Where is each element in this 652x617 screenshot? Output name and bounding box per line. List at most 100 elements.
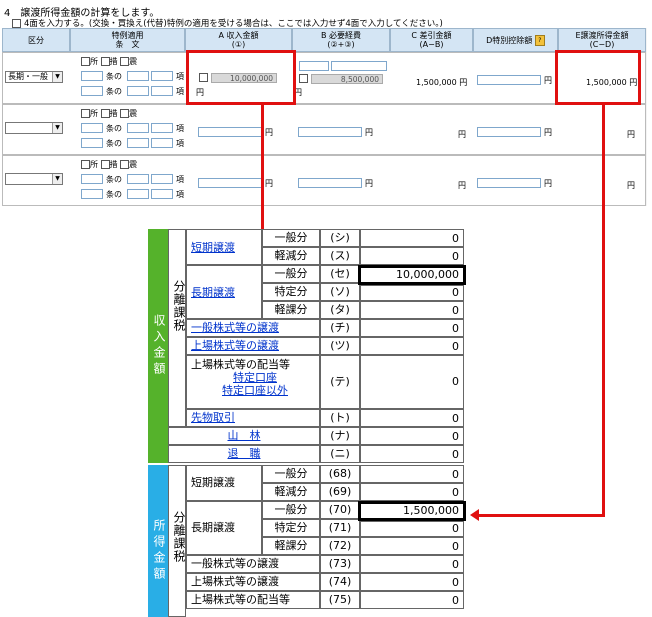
jou-input-1c[interactable] [151,71,173,81]
tanki-link[interactable]: 短期譲渡 [186,229,262,265]
tokutei-igai-link[interactable]: 特定口座以外 [191,384,319,397]
special-deduction-input-3[interactable] [477,178,541,188]
soh-label: 措 [109,109,118,118]
row-ippan-label: 一般分 [262,229,320,247]
header-d: D特別控除額 ? [473,28,558,52]
jou-input-2b[interactable] [127,123,149,133]
value-69: 0 [360,483,464,501]
sakimono-link[interactable]: 先物取引 [186,409,320,427]
jou-input-1d[interactable] [81,86,103,96]
shotoku-group-label: 所得金額 [152,519,166,583]
kubun-select-3[interactable]: ▼ [5,173,63,185]
sho-checkbox[interactable] [81,160,90,169]
value-71: 0 [360,521,464,537]
jou-input-2c[interactable] [151,123,173,133]
sho-label: 所 [90,57,98,66]
code-70: (70) [320,501,360,519]
tokutei-kouza-link[interactable]: 特定口座 [191,371,319,384]
code-se: (セ) [320,265,360,283]
arrow-left-icon [470,509,479,521]
jou-input-3b[interactable] [127,174,149,184]
soh-checkbox[interactable] [100,57,110,66]
code-69: (69) [320,483,360,501]
chouki-link[interactable]: 長期譲渡 [186,265,262,319]
jou-input-3e[interactable] [127,189,149,199]
diff-amount-2: 円 [458,130,466,139]
tanki-label-2: 短期譲渡 [186,465,262,501]
sho-label: 所 [90,160,98,169]
value-ta: 0 [360,301,464,319]
value-to: 0 [360,409,464,427]
income-amount-input-2[interactable] [198,127,262,137]
transfer-income-3: 円 [627,181,635,190]
jojo-kabu-link[interactable]: 上場株式等の譲渡 [186,337,320,355]
yen-label-b3: 円 [365,179,373,188]
ippan-kabu-label: 一般株式等の譲渡 [191,321,279,334]
jou-input-2f[interactable] [151,138,173,148]
jou-input-1f[interactable] [151,86,173,96]
soh-label: 措 [109,160,118,169]
expense-amount-input-1[interactable]: 8,500,000 [311,74,383,84]
haitou-cell: 上場株式等の配当等 特定口座 特定口座以外 [186,355,320,409]
sanrin-link[interactable]: 山 林 [168,427,320,445]
taishoku-link[interactable]: 退 職 [168,445,320,463]
code-ta: (タ) [320,301,360,319]
code-ni: (ニ) [320,445,360,463]
code-chi: (チ) [320,319,360,337]
expense-amount-input-2[interactable] [298,127,362,137]
special-deduction-input-2[interactable] [477,127,541,137]
jou-input-1b[interactable] [127,71,149,81]
jou-input-3c[interactable] [151,174,173,184]
row-ippan-label-2: 一般分 [262,265,320,283]
jou-input-3d[interactable] [81,189,103,199]
sho-checkbox[interactable] [81,109,90,118]
jou-input-3a[interactable] [81,174,103,184]
sho-checkbox[interactable] [81,57,90,66]
kubun-select-1[interactable]: 長期・一般 ▼ [5,71,63,83]
value-70-highlight: 1,500,000 [358,501,466,521]
ippan-kabu-link[interactable]: 一般株式等の譲渡 [186,319,320,337]
code-te: (テ) [320,355,360,409]
taishoku-label: 退 職 [227,447,261,460]
fourth-page-checkbox[interactable] [12,18,21,28]
income-amount-input-3[interactable] [198,178,262,188]
yen-label-d2: 円 [544,128,552,137]
expense-input-1a[interactable] [299,61,329,71]
special-deduction-input-1[interactable] [477,75,541,85]
tokurei-checks-1: 所 措 震 [81,56,137,67]
help-icon[interactable]: ? [534,35,545,46]
shin-checkbox[interactable] [120,160,130,169]
row-keika-label: 軽課分 [262,301,320,319]
value-chi: 0 [360,319,464,337]
shin-checkbox[interactable] [120,57,130,66]
code-tsu: (ツ) [320,337,360,355]
jou-input-1a[interactable] [81,71,103,81]
soh-checkbox[interactable] [100,160,110,169]
kubun-select-1-value: 長期・一般 [8,72,48,81]
header-tokurei: 特例適用 条 文 [70,28,185,52]
kou-label: 項 [176,72,184,81]
jou-input-3f[interactable] [151,189,173,199]
expense-input-1b[interactable] [331,61,387,71]
sakimono-label: 先物取引 [191,411,235,424]
jou-input-1e[interactable] [127,86,149,96]
jojo-kabu-label-2: 上場株式等の譲渡 [186,573,320,591]
kou-label-2: 項 [176,87,184,96]
jou-input-2a[interactable] [81,123,103,133]
haitou-label: 上場株式等の配当等 [191,358,290,371]
shin-checkbox[interactable] [120,109,130,118]
income-summary-table: 収入金額 所得金額 分離課税 短期譲渡 一般分 軽減分 長期譲渡 一般分 特定分… [148,229,468,617]
tanki-label: 短期譲渡 [191,241,235,254]
b-checkbox-1[interactable] [299,74,308,83]
transfer-income-2: 円 [627,130,635,139]
value-shi: 0 [360,229,464,247]
jou-input-2e[interactable] [127,138,149,148]
expense-amount-input-3[interactable] [298,178,362,188]
form-row-3: ▼ 所 措 震 条の 項 条の 項 円 円 円 円 円 [2,155,646,206]
bunri-cell-income: 分離課税 [168,229,186,427]
code-na: (ナ) [320,427,360,445]
soh-label: 措 [109,57,118,66]
soh-checkbox[interactable] [100,109,110,118]
kubun-select-2[interactable]: ▼ [5,122,63,134]
jou-input-2d[interactable] [81,138,103,148]
